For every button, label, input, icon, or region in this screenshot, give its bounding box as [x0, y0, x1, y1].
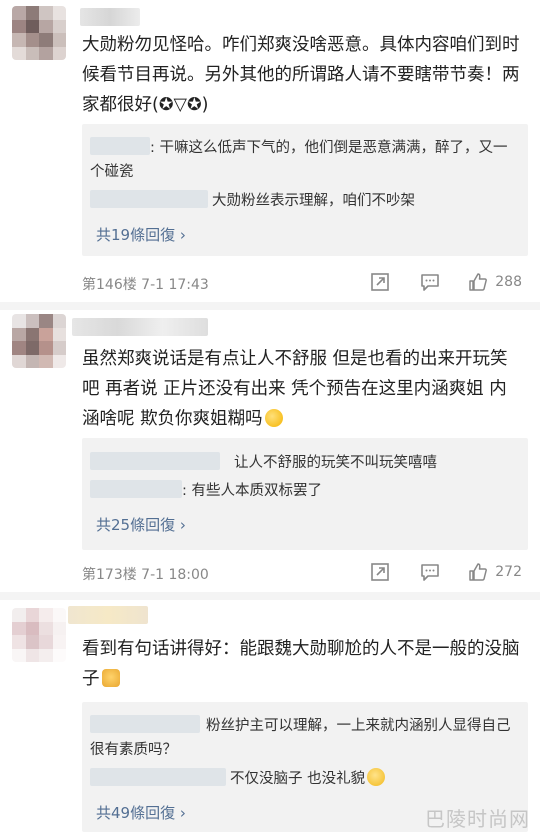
- floor-time: 第146楼 7-1 17:43: [82, 277, 209, 293]
- grin-emoji-icon: [367, 768, 386, 786]
- avatar[interactable]: [12, 608, 66, 662]
- like-icon[interactable]: [468, 562, 488, 582]
- floor-time: 第173楼 7-1 18:00: [82, 567, 209, 583]
- comment-text: 大勋粉勿见怪哈。咋们郑爽没啥恶意。具体内容咱们到时候看节目再说。另外其他的所谓路…: [82, 35, 520, 115]
- comment-item: 看到有句话讲得好：能跟魏大勋聊尬的人不是一般的没脑子 粉丝护主可以理解，一上来就…: [0, 600, 540, 836]
- reply-username[interactable]: [90, 715, 200, 733]
- reply-box[interactable]: 让人不舒服的玩笑不叫玩笑嘻嘻 : 有些人本质双标罢了 共25條回復 ›: [82, 438, 528, 550]
- comment-icon[interactable]: [420, 562, 440, 582]
- thumbs-up-emoji-icon: [101, 669, 120, 687]
- reply-box[interactable]: : 干嘛这么低声下气的，他们倒是恶意满满，醉了，又一个碰瓷 大勋粉丝表示理解，咱…: [82, 124, 528, 256]
- comment-item: 虽然郑爽说话是有点让人不舒服 但是也看的出来开玩笑吧 再者说 正片还没有出来 凭…: [0, 300, 540, 600]
- reply-item[interactable]: 不仅没脑子 也没礼貌: [90, 768, 520, 790]
- like-count: 272: [495, 564, 522, 580]
- view-replies-link[interactable]: 共49條回復 ›: [96, 802, 186, 823]
- reply-username[interactable]: [90, 137, 150, 155]
- comment-icon[interactable]: [420, 272, 440, 292]
- avatar[interactable]: [12, 6, 66, 60]
- reply-text: 不仅没脑子 也没礼貌: [230, 771, 366, 787]
- reply-username[interactable]: [90, 480, 182, 498]
- reply-item[interactable]: 粉丝护主可以理解，一上来就内涵别人显得自己很有素质吗？: [90, 714, 520, 762]
- comment-meta: 第146楼 7-1 17:43 288: [82, 270, 526, 294]
- reply-text: 大勋粉丝表示理解，咱们不吵架: [212, 193, 415, 209]
- comment-meta: 第173楼 7-1 18:00 272: [82, 560, 526, 584]
- reply-text: : 有些人本质双标罢了: [182, 483, 322, 499]
- username[interactable]: [68, 606, 148, 624]
- comment-item: 大勋粉勿见怪哈。咋们郑爽没啥恶意。具体内容咱们到时候看节目再说。另外其他的所谓路…: [0, 0, 540, 300]
- reply-item[interactable]: 大勋粉丝表示理解，咱们不吵架: [90, 190, 520, 212]
- reply-text: : 干嘛这么低声下气的，他们倒是恶意满满，醉了，又一个碰瓷: [90, 140, 508, 180]
- reply-item[interactable]: : 有些人本质双标罢了: [90, 480, 520, 502]
- like-icon[interactable]: [468, 272, 488, 292]
- reply-username[interactable]: [90, 768, 226, 786]
- comment-text: 虽然郑爽说话是有点让人不舒服 但是也看的出来开玩笑吧 再者说 正片还没有出来 凭…: [82, 344, 522, 434]
- share-icon[interactable]: [370, 272, 390, 292]
- watermark: 巴陵时尚网: [425, 807, 530, 831]
- comment-text-content: 虽然郑爽说话是有点让人不舒服 但是也看的出来开玩笑吧 再者说 正片还没有出来 凭…: [82, 349, 508, 429]
- username[interactable]: [80, 8, 140, 26]
- comment-text: 看到有句话讲得好：能跟魏大勋聊尬的人不是一般的没脑子: [82, 634, 522, 694]
- comment-text-content: 看到有句话讲得好：能跟魏大勋聊尬的人不是一般的没脑子: [82, 639, 520, 689]
- view-replies-link[interactable]: 共19條回復 ›: [96, 224, 186, 245]
- divider: [0, 592, 540, 600]
- reply-item[interactable]: 让人不舒服的玩笑不叫玩笑嘻嘻: [90, 452, 520, 474]
- share-icon[interactable]: [370, 562, 390, 582]
- reply-item[interactable]: : 干嘛这么低声下气的，他们倒是恶意满满，醉了，又一个碰瓷: [90, 136, 520, 184]
- view-replies-link[interactable]: 共25條回復 ›: [96, 514, 186, 535]
- like-count: 288: [495, 274, 522, 290]
- reply-username[interactable]: [90, 452, 220, 470]
- thinking-emoji-icon: [264, 409, 283, 427]
- reply-text: 让人不舒服的玩笑不叫玩笑嘻嘻: [234, 455, 437, 471]
- username[interactable]: [72, 318, 208, 336]
- reply-username[interactable]: [90, 190, 208, 208]
- avatar[interactable]: [12, 314, 66, 368]
